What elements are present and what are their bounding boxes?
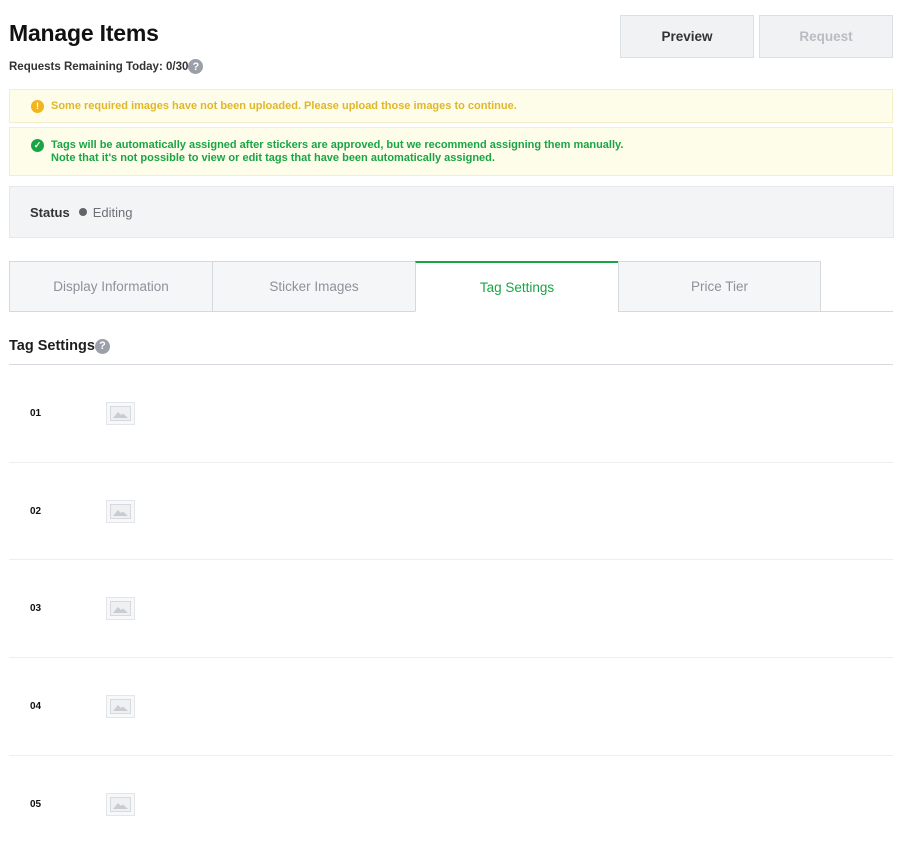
status-dot-icon [78,208,87,216]
sticker-number: 01 [30,407,42,419]
tag-info-notice: ✓ Tags will be automatically assigned af… [9,127,893,176]
image-placeholder-icon [106,597,135,621]
section-heading: Tag Settings ? [9,338,110,354]
tab-bar: Display Information Sticker Images Tag S… [9,261,893,312]
page-title: Manage Items [9,20,159,46]
sticker-row[interactable]: 04 [9,658,893,756]
status-label: Status [30,204,70,220]
tab-display-information[interactable]: Display Information [9,261,212,312]
status-value: Editing [92,204,133,220]
tag-info-line-2: Note that it's not possible to view or e… [51,152,495,164]
check-circle-icon: ✓ [31,139,44,152]
help-icon[interactable]: ? [94,338,110,354]
sticker-number: 02 [30,505,42,517]
header-actions: Preview Request [620,15,893,58]
sticker-row[interactable]: 02 [9,463,893,561]
sticker-tag-list: 01 02 03 04 05 [9,365,893,847]
tag-info-line-1: Tags will be automatically assigned afte… [51,139,624,151]
sticker-number: 03 [30,603,42,615]
page-header: Manage Items Requests Remaining Today: 0… [9,20,204,74]
help-icon[interactable]: ? [188,59,204,74]
warning-text: Some required images have not been uploa… [51,100,517,112]
preview-button[interactable]: Preview [620,15,754,58]
missing-images-warning: ! Some required images have not been upl… [9,89,893,123]
tag-info-text: Tags will be automatically assigned afte… [51,139,623,175]
status-panel: Status Editing [9,186,894,238]
tab-sticker-images[interactable]: Sticker Images [212,261,415,312]
tab-price-tier[interactable]: Price Tier [618,261,821,312]
requests-remaining-text: Requests Remaining Today: 0/30 [9,60,189,73]
sticker-number: 05 [30,799,42,811]
image-placeholder-icon [106,694,135,718]
warning-icon: ! [31,99,44,113]
tab-tag-settings[interactable]: Tag Settings [415,261,618,312]
image-placeholder-icon [106,793,135,817]
image-placeholder-icon [106,401,135,425]
sticker-row[interactable]: 01 [9,365,893,463]
requests-remaining: Requests Remaining Today: 0/30 ? [9,59,204,74]
request-button[interactable]: Request [759,15,893,58]
sticker-number: 04 [30,700,42,712]
sticker-row[interactable]: 03 [9,560,893,659]
sticker-row[interactable]: 05 [9,756,893,847]
image-placeholder-icon [106,499,135,523]
section-title: Tag Settings [9,338,95,354]
